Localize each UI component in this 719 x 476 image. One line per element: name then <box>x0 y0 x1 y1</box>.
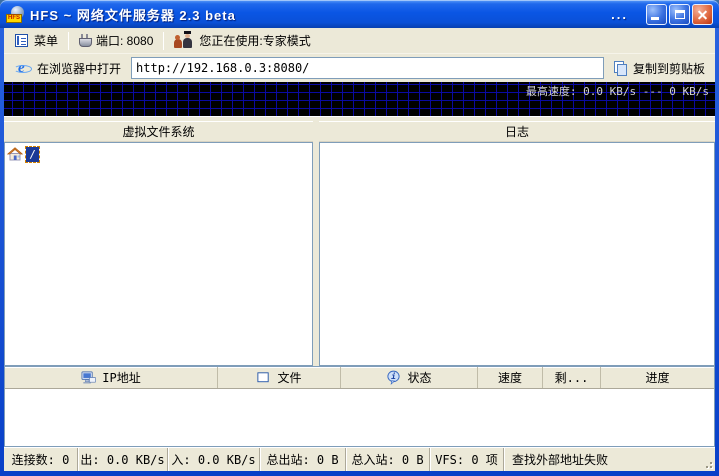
status-total-in: 总入站: 0 B <box>346 448 430 471</box>
person-figure-icon <box>174 35 183 48</box>
status-connections: 连接数: 0 <box>4 448 78 471</box>
log-panel: 日志 <box>319 121 715 366</box>
close-button[interactable] <box>692 3 713 25</box>
mode-button[interactable]: 您正在使用:专家模式 <box>167 30 317 51</box>
hfs-logo-badge: HFS <box>6 13 22 23</box>
window-title: HFS ~ 网络文件服务器 2.3 beta <box>30 7 236 23</box>
status-in-speed: 入: 0.0 KB/s <box>168 448 260 471</box>
column-header-file[interactable]: 文件 <box>218 367 341 388</box>
file-icon <box>257 372 270 383</box>
main-toolbar: 菜单 端口: 8080 您正在使用:专家模式 <box>4 28 715 54</box>
copy-to-clipboard-label: 复制到剪贴板 <box>632 61 705 76</box>
copy-to-clipboard-button[interactable]: 复制到剪贴板 <box>607 58 712 79</box>
port-label: 端口: 8080 <box>96 34 154 48</box>
speed-graph: 最高速度: 0.0 KB/s --- 0 KB/s <box>4 82 715 116</box>
column-label-file: 文件 <box>277 371 302 385</box>
column-header-status[interactable]: i 状态 <box>341 367 478 388</box>
expert-mode-icon <box>174 31 193 48</box>
toolbar-separator <box>68 31 70 50</box>
column-label-progress: 进度 <box>645 371 670 385</box>
open-in-browser-button[interactable]: 在浏览器中打开 <box>8 58 128 79</box>
vfs-panel: 虚拟文件系统 / <box>4 121 313 366</box>
maximize-button[interactable] <box>669 3 690 25</box>
connections-header-row: IP地址 文件 i 状态 速度 剩... 进度 <box>5 367 714 389</box>
port-plug-icon <box>79 34 93 47</box>
resize-grip[interactable] <box>710 466 712 468</box>
panel-area: 虚拟文件系统 / 日志 <box>4 121 715 366</box>
minimize-button[interactable] <box>646 3 667 25</box>
vfs-root-node: / <box>25 145 40 163</box>
vfs-panel-header: 虚拟文件系统 <box>4 121 313 142</box>
column-header-speed[interactable]: 速度 <box>478 367 543 388</box>
status-bar: 连接数: 0 出: 0.0 KB/s 入: 0.0 KB/s 总出站: 0 B … <box>4 447 715 471</box>
mode-label: 您正在使用:专家模式 <box>199 34 311 48</box>
toolbar-separator <box>163 31 165 50</box>
maximize-icon <box>675 9 685 19</box>
log-panel-header: 日志 <box>319 121 715 142</box>
status-out-speed: 出: 0.0 KB/s <box>78 448 168 471</box>
info-icon: i <box>387 370 401 385</box>
open-in-browser-label: 在浏览器中打开 <box>37 61 122 76</box>
minimize-icon <box>651 16 659 20</box>
port-button[interactable]: 端口: 8080 <box>72 30 160 51</box>
vfs-root-item[interactable]: / <box>7 145 40 163</box>
hfs-logo-icon[interactable]: HFS <box>6 5 25 23</box>
hfs-window: HFS HFS ~ 网络文件服务器 2.3 beta ... 菜单 端口: 80… <box>0 0 719 476</box>
expert-figure-icon <box>183 31 193 48</box>
column-label-status: 状态 <box>407 371 432 385</box>
copy-icon <box>613 61 627 76</box>
column-label-speed: 速度 <box>497 371 522 385</box>
window-content: 菜单 端口: 8080 您正在使用:专家模式 在浏览器中打开 <box>4 28 715 471</box>
connections-list: IP地址 文件 i 状态 速度 剩... 进度 <box>4 366 715 447</box>
column-label-ip: IP地址 <box>102 371 141 385</box>
column-header-ip[interactable]: IP地址 <box>5 367 218 388</box>
column-header-remaining[interactable]: 剩... <box>543 367 601 388</box>
max-speed-label: 最高速度: 0.0 KB/s --- 0 KB/s <box>525 85 709 98</box>
column-label-remaining: 剩... <box>554 371 589 385</box>
menu-label: 菜单 <box>34 34 59 48</box>
home-icon <box>7 147 23 161</box>
svg-text:i: i <box>392 371 397 381</box>
menu-icon <box>15 34 28 47</box>
connections-body <box>5 389 714 446</box>
address-toolbar: 在浏览器中打开 复制到剪贴板 <box>4 54 715 82</box>
column-header-progress[interactable]: 进度 <box>601 367 714 388</box>
vfs-tree: / <box>4 142 313 366</box>
computer-icon <box>81 371 97 384</box>
log-output <box>319 142 715 366</box>
status-vfs-count: VFS: 0 项 <box>430 448 504 471</box>
status-total-out: 总出站: 0 B <box>260 448 346 471</box>
status-external-address: 查找外部地址失败 <box>512 453 609 467</box>
title-dots: ... <box>611 6 628 22</box>
url-input[interactable] <box>131 57 604 79</box>
menu-button[interactable]: 菜单 <box>8 30 65 51</box>
browser-ie-icon <box>14 60 32 76</box>
title-bar[interactable]: HFS HFS ~ 网络文件服务器 2.3 beta ... <box>0 0 719 28</box>
